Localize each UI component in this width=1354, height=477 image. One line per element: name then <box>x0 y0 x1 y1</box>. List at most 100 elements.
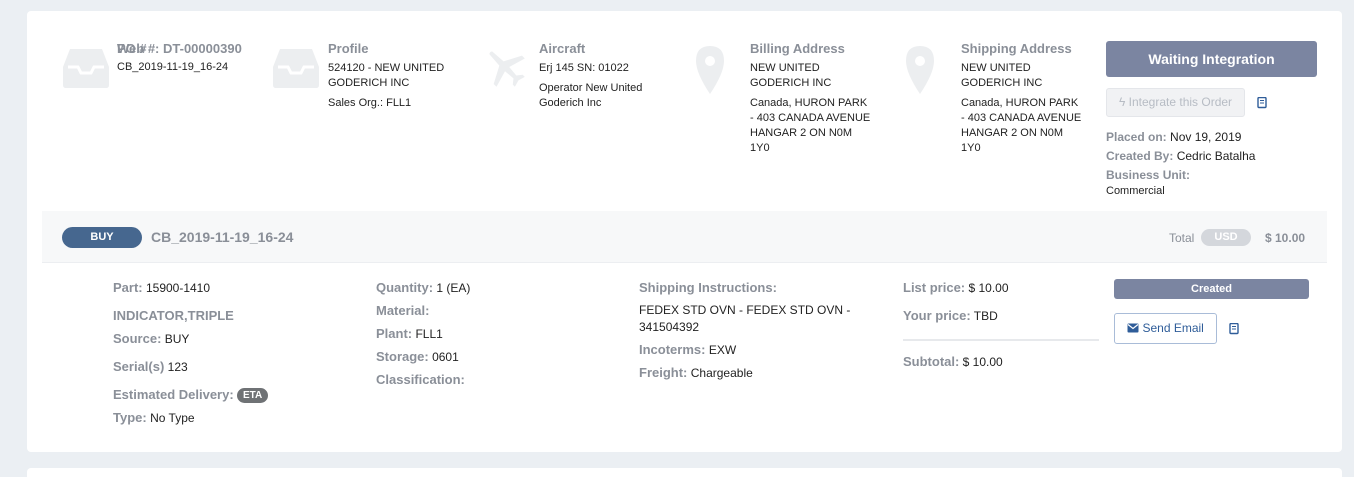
shipping-instructions-line: 341504392 <box>639 320 700 334</box>
buy-badge: BUY <box>62 227 142 248</box>
waiting-integration-button[interactable]: Waiting Integration <box>1106 41 1317 77</box>
send-email-label: Send Email <box>1142 321 1204 335</box>
source-value: BUY <box>164 332 190 346</box>
shipping-line: 1Y0 <box>961 142 981 154</box>
storage-label: Storage: <box>376 349 429 364</box>
serials-value: 123 <box>167 360 188 374</box>
profile-title: Profile <box>328 41 369 56</box>
plant-label: Plant: <box>376 326 413 341</box>
your-price-row: Your price: TBD <box>903 308 998 323</box>
classification-row: Classification: <box>376 372 465 387</box>
plant-row: Plant: FLL1 <box>376 326 443 341</box>
aircraft-line1: Erj 145 SN: 01022 <box>539 62 629 74</box>
eta-row: Estimated Delivery: ETA <box>113 387 269 403</box>
currency-badge: USD <box>1201 229 1251 246</box>
sales-org-label: Sales Org.: <box>328 97 384 109</box>
total-label: Total <box>1169 231 1195 245</box>
divider <box>903 339 1099 341</box>
integrate-order-label: Integrate this Order <box>1128 95 1233 109</box>
envelope-icon <box>1127 323 1139 333</box>
business-unit-value: Commercial <box>1106 185 1165 197</box>
storage-value: 0601 <box>432 350 459 364</box>
shipping-line: HANGAR 2 ON N0M <box>961 127 1064 139</box>
billing-line: 1Y0 <box>750 142 770 154</box>
source-row: Source: BUY <box>113 331 189 346</box>
created-by: Created By: Cedric Batalha <box>1106 149 1255 164</box>
sales-org-value: FLL1 <box>386 97 412 109</box>
profile-line2: GODERICH INC <box>328 77 410 89</box>
shipping-line: - 403 CANADA AVENUE <box>961 112 1082 124</box>
plant-value: FLL1 <box>415 327 443 341</box>
shipping-line: GODERICH INC <box>961 77 1043 89</box>
material-label: Material: <box>376 303 430 318</box>
inbox-icon <box>63 49 109 88</box>
freight-row: Freight: Chargeable <box>639 365 753 380</box>
business-unit-label: Business Unit: <box>1106 168 1191 182</box>
web-info: Web #: DT-00000390 PO # CB_2019-11-19_16… <box>117 41 267 75</box>
map-pin-icon <box>696 46 724 94</box>
freight-label: Freight: <box>639 365 688 380</box>
quantity-row: Quantity: 1 (EA) <box>376 280 470 295</box>
type-label: Type: <box>113 410 147 425</box>
next-order-card <box>27 468 1342 477</box>
billing-title: Billing Address <box>750 41 845 56</box>
profile-line1: 524120 - NEW UNITED <box>328 62 445 74</box>
billing-address: Billing Address NEW UNITED GODERICH INC … <box>750 41 900 156</box>
created-by-value: Cedric Batalha <box>1176 149 1256 163</box>
serials-row: Serial(s) 123 <box>113 359 188 374</box>
type-row: Type: No Type <box>113 410 195 425</box>
incoterms-row: Incoterms: EXW <box>639 342 736 357</box>
type-value: No Type <box>150 411 195 425</box>
material-row: Material: <box>376 303 429 318</box>
serials-label: Serial(s) <box>113 359 165 374</box>
created-by-label: Created By: <box>1106 149 1174 163</box>
eta-badge[interactable]: ETA <box>237 388 269 403</box>
aircraft-line3: Goderich Inc <box>539 97 602 109</box>
subtotal-row: Subtotal: $ 10.00 <box>903 354 1003 369</box>
list-price-value: $ 10.00 <box>968 281 1009 295</box>
billing-line: NEW UNITED <box>750 62 820 74</box>
billing-line: GODERICH INC <box>750 77 832 89</box>
part-label: Part: <box>113 280 143 295</box>
send-email-button[interactable]: Send Email <box>1114 313 1217 344</box>
list-price-label: List price: <box>903 280 966 295</box>
web-number: DT-00000390 <box>163 41 242 56</box>
billing-line: - 403 CANADA AVENUE <box>750 112 871 124</box>
part-value: 15900-1410 <box>145 281 211 295</box>
placed-label: Placed on: <box>1106 130 1167 144</box>
profile-info: Profile 524120 - NEW UNITED GODERICH INC… <box>328 41 478 111</box>
quantity-label: Quantity: <box>376 280 434 295</box>
plane-icon <box>489 51 525 87</box>
incoterms-label: Incoterms: <box>639 342 706 357</box>
aircraft-title: Aircraft <box>539 41 586 56</box>
part-description: INDICATOR,TRIPLE <box>113 308 234 323</box>
part-row: Part: 15900-1410 <box>113 280 210 295</box>
inbox-icon <box>273 49 319 88</box>
aircraft-line2: Operator New United <box>539 82 643 94</box>
quantity-value: 1 (EA) <box>436 281 471 295</box>
subtotal-value: $ 10.00 <box>962 355 1003 369</box>
shipping-line: Canada, HURON PARK <box>961 97 1079 109</box>
po-value: CB_2019-11-19_16-24 <box>117 61 229 73</box>
total-amount: $ 10.00 <box>1265 231 1306 245</box>
shipping-address: Shipping Address NEW UNITED GODERICH INC… <box>961 41 1111 156</box>
shipping-line: NEW UNITED <box>961 62 1031 74</box>
book-icon[interactable] <box>1257 97 1267 109</box>
incoterms-value: EXW <box>708 343 737 357</box>
classification-label: Classification: <box>376 372 465 387</box>
book-icon[interactable] <box>1229 323 1239 335</box>
status-badge: Created <box>1114 279 1309 299</box>
business-unit: Business Unit: Commercial <box>1106 168 1190 199</box>
map-pin-icon <box>906 46 934 94</box>
bolt-icon: ϟ <box>1118 95 1126 109</box>
freight-value: Chargeable <box>690 366 753 380</box>
shipping-instructions-row: Shipping Instructions: <box>639 280 777 295</box>
order-card: Web #: DT-00000390 PO # CB_2019-11-19_16… <box>27 11 1342 452</box>
subtotal-label: Subtotal: <box>903 354 960 369</box>
placed-value: Nov 19, 2019 <box>1170 130 1242 144</box>
shipping-instructions-line: FEDEX STD OVN - FEDEX STD OVN - <box>639 303 851 317</box>
integrate-order-button[interactable]: ϟ Integrate this Order <box>1106 88 1245 117</box>
storage-row: Storage: 0601 <box>376 349 459 364</box>
source-label: Source: <box>113 331 162 346</box>
eta-label: Estimated Delivery: <box>113 387 234 402</box>
